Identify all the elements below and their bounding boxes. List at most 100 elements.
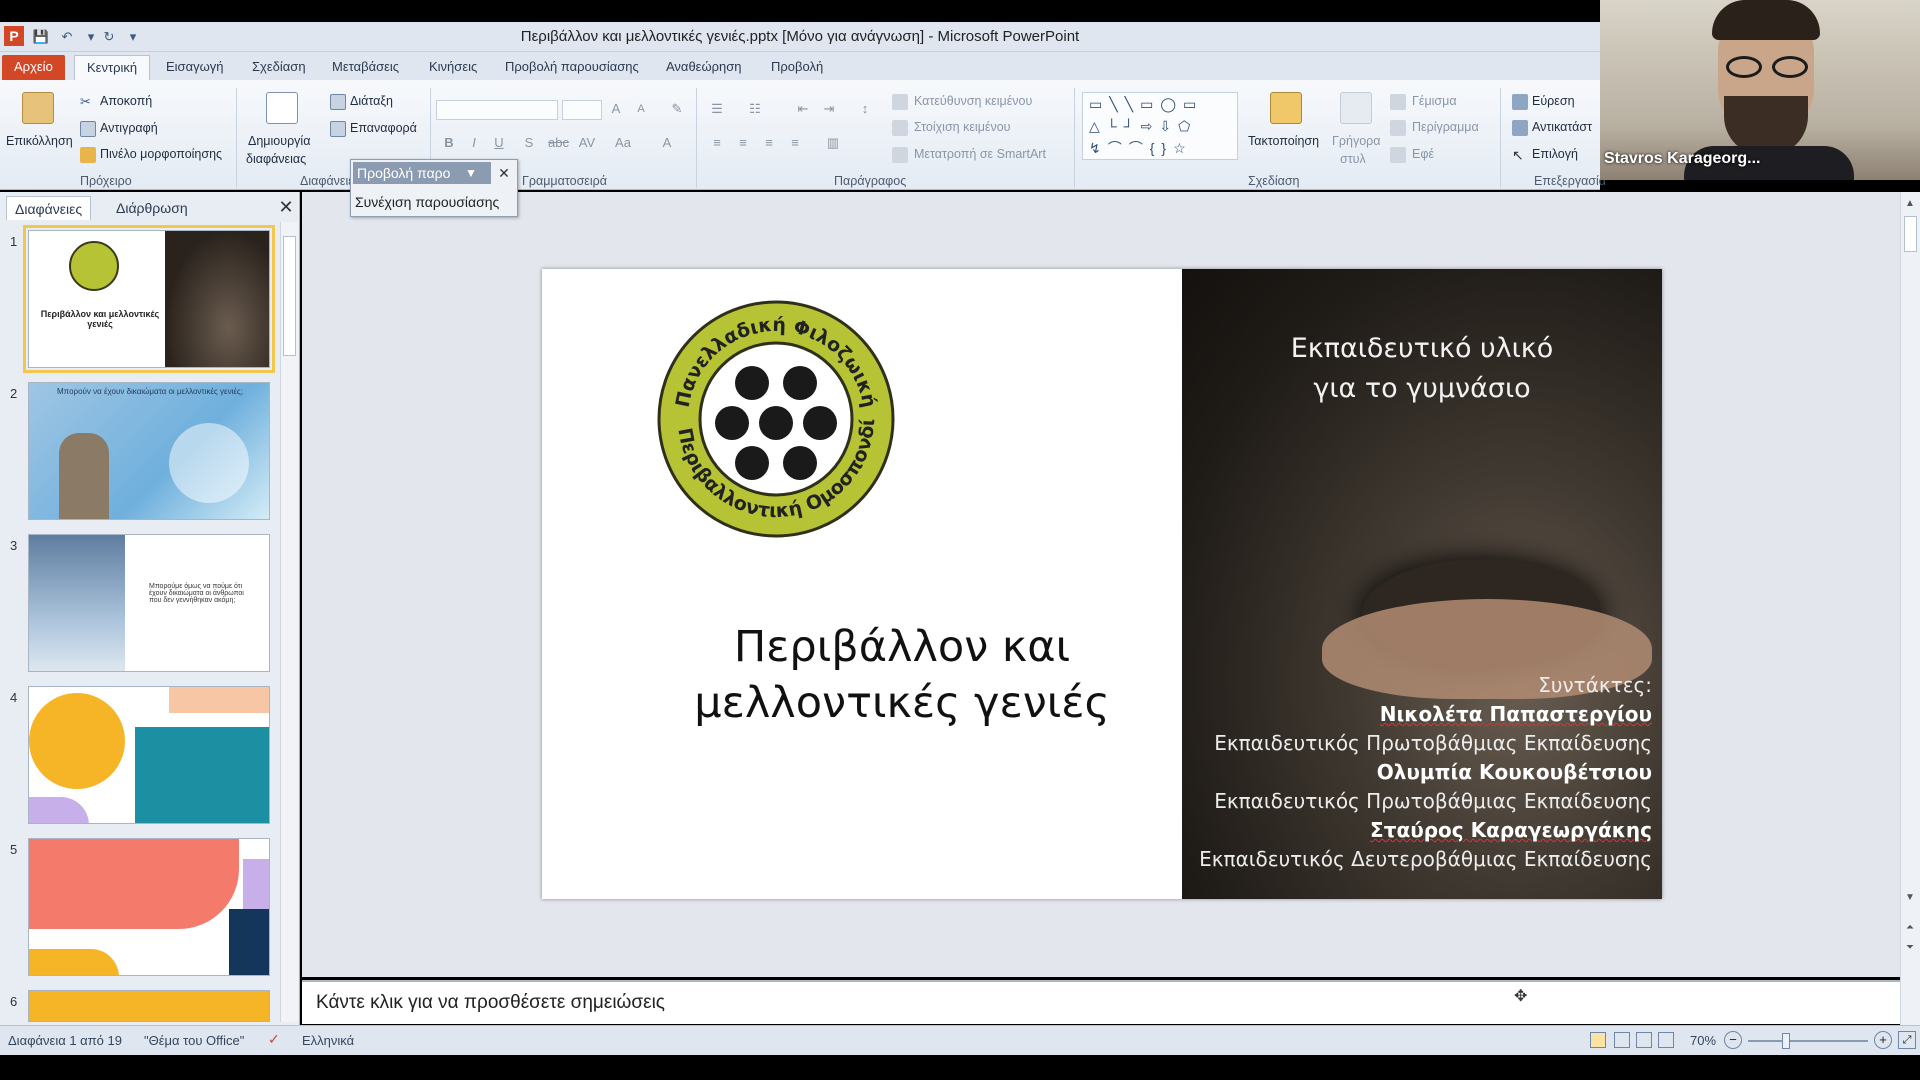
next-slide-icon[interactable]: ⏷ (1903, 942, 1917, 958)
scroll-down-icon[interactable]: ▼ (1903, 892, 1917, 904)
tab-home[interactable]: Κεντρική (74, 55, 151, 80)
scrollbar-thumb[interactable] (283, 236, 296, 356)
slide-thumbnail-1[interactable]: Περιβάλλον και μελλοντικές γενιές (23, 225, 275, 373)
change-case-icon[interactable]: Aa (614, 134, 632, 152)
font-size-combo[interactable] (562, 100, 602, 120)
bullets-icon[interactable]: ☰ (708, 100, 726, 118)
tab-review[interactable]: Αναθεώρηση (654, 55, 754, 80)
grow-font-icon[interactable]: A (607, 100, 625, 118)
shapes-gallery[interactable]: ▭╲╲▭◯▭ △└┘⇨⇩⬠ ↯⌒⌒{}☆ (1082, 92, 1238, 160)
undo-icon[interactable]: ↶ (58, 28, 76, 46)
close-icon[interactable]: ✕ (276, 196, 296, 218)
find-button[interactable]: Εύρεση (1532, 94, 1575, 108)
thumbnail-scrollbar[interactable] (280, 222, 298, 1022)
shape-effects-button[interactable]: Εφέ (1412, 147, 1434, 161)
tab-view[interactable]: Προβολή (759, 55, 835, 80)
layout-button[interactable]: Διάταξη (350, 94, 393, 108)
zoom-slider-thumb[interactable] (1782, 1033, 1790, 1049)
tab-insert[interactable]: Εισαγωγή (154, 55, 235, 80)
select-button[interactable]: Επιλογή (1532, 147, 1578, 161)
tab-slides[interactable]: Διαφάνειες (6, 196, 92, 220)
current-slide[interactable]: Πανελλαδική Φιλοζωική & Περιβαλλοντική Ο… (542, 269, 1662, 899)
shape-fill-button[interactable]: Γέμισμα (1412, 94, 1457, 108)
text-direction-button[interactable]: Κατεύθυνση κειμένου (914, 94, 1032, 108)
quick-styles-icon[interactable] (1340, 92, 1372, 124)
italic-icon[interactable]: I (465, 134, 483, 152)
columns-icon[interactable]: ▥ (824, 134, 842, 152)
slideshow-view-icon[interactable] (1658, 1032, 1674, 1048)
copy-button[interactable]: Αντιγραφή (100, 121, 158, 135)
save-icon[interactable]: 💾 (32, 28, 50, 46)
paste-button-label[interactable]: Επικόλληση (6, 134, 73, 148)
tab-slide-show[interactable]: Προβολή παρουσίασης (493, 55, 651, 80)
slide-thumbnail-4[interactable] (28, 686, 270, 824)
align-text-button[interactable]: Στοίχιση κειμένου (914, 120, 1011, 134)
slide-thumbnail-3[interactable]: Μπορούμε όμως να πούμε ότι έχουν δικαιώμ… (28, 534, 270, 672)
strikethrough-icon[interactable]: abc (548, 134, 569, 152)
scrollbar-thumb[interactable] (1904, 216, 1917, 252)
replace-button[interactable]: Αντικατάστ (1532, 120, 1592, 134)
font-color-icon[interactable]: A (658, 134, 676, 152)
spellcheck-icon[interactable]: ✓ (268, 1031, 286, 1049)
tab-design[interactable]: Σχεδίαση (240, 55, 318, 80)
decrease-indent-icon[interactable]: ⇤ (794, 100, 812, 118)
new-slide-label-1[interactable]: Δημιουργία (248, 134, 310, 148)
format-painter-button[interactable]: Πινέλο μορφοποίησης (100, 147, 222, 161)
redo-icon[interactable]: ↻ (100, 28, 118, 46)
theme-name[interactable]: "Θέμα του Office" (144, 1033, 244, 1048)
notes-pane[interactable]: Κάντε κλικ για να προσθέσετε σημειώσεις … (302, 980, 1900, 1024)
cut-button[interactable]: Αποκοπή (100, 94, 152, 108)
tab-animations[interactable]: Κινήσεις (417, 55, 489, 80)
zoom-in-icon[interactable]: + (1874, 1031, 1892, 1049)
line-spacing-icon[interactable]: ↕ (856, 100, 874, 118)
tab-file[interactable]: Αρχείο (2, 55, 65, 80)
quick-styles-label-2[interactable]: στυλ (1340, 152, 1366, 166)
slide-scrollbar[interactable]: ▲ ▼ ⏶ ⏷ (1900, 192, 1920, 1025)
powerpoint-app-icon[interactable]: P (4, 26, 24, 46)
shape-outline-button[interactable]: Περίγραμμα (1412, 120, 1479, 134)
shadow-icon[interactable]: S (520, 134, 538, 152)
convert-to-smartart-button[interactable]: Μετατροπή σε SmartArt (914, 147, 1046, 161)
slide-subtitle[interactable]: Εκπαιδευτικό υλικό για το γυμνάσιο (1202, 329, 1642, 409)
normal-view-icon[interactable] (1590, 1032, 1606, 1048)
tab-outline[interactable]: Διάρθρωση (108, 196, 196, 220)
character-spacing-icon[interactable]: AV (578, 134, 596, 152)
numbering-icon[interactable]: ☷ (746, 100, 764, 118)
quick-styles-label-1[interactable]: Γρήγορα (1332, 134, 1381, 148)
slide-title[interactable]: Περιβάλλον και μελλοντικές γενιές (542, 619, 1262, 731)
clear-formatting-icon[interactable]: ✎ (668, 100, 686, 118)
chevron-down-icon[interactable]: ▼ (465, 164, 483, 182)
slide-thumbnail-5[interactable] (28, 838, 270, 976)
font-name-combo[interactable] (436, 100, 558, 120)
align-left-icon[interactable]: ≡ (708, 134, 726, 152)
reading-view-icon[interactable] (1636, 1032, 1652, 1048)
slide-thumbnail-2[interactable]: Μπορούν να έχουν δικαιώματα οι μελλοντικ… (28, 382, 270, 520)
zoom-level[interactable]: 70% (1690, 1033, 1716, 1048)
tab-transitions[interactable]: Μεταβάσεις (320, 55, 411, 80)
customize-qat-icon[interactable]: ▾ (124, 28, 142, 46)
align-center-icon[interactable]: ≡ (734, 134, 752, 152)
scroll-up-icon[interactable]: ▲ (1903, 198, 1917, 210)
zoom-out-icon[interactable]: − (1724, 1031, 1742, 1049)
reset-button[interactable]: Επαναφορά (350, 121, 417, 135)
justify-icon[interactable]: ≡ (786, 134, 804, 152)
new-slide-icon[interactable] (266, 92, 298, 124)
slide-thumbnail-6[interactable] (28, 990, 270, 1022)
language-indicator[interactable]: Ελληνικά (302, 1033, 354, 1048)
shrink-font-icon[interactable]: A (632, 100, 650, 118)
align-right-icon[interactable]: ≡ (760, 134, 778, 152)
bold-icon[interactable]: B (440, 134, 458, 152)
increase-indent-icon[interactable]: ⇥ (820, 100, 838, 118)
arrange-icon[interactable] (1270, 92, 1302, 124)
slide-sorter-icon[interactable] (1614, 1032, 1630, 1048)
fit-to-window-icon[interactable]: ⤢ (1898, 1031, 1916, 1049)
notes-placeholder[interactable]: Κάντε κλικ για να προσθέσετε σημειώσεις (316, 992, 665, 1014)
zoom-slider[interactable] (1748, 1033, 1868, 1049)
close-icon[interactable]: ✕ (495, 162, 513, 184)
paste-icon[interactable] (22, 92, 54, 124)
new-slide-label-2[interactable]: διαφάνειας (246, 152, 306, 166)
arrange-button[interactable]: Τακτοποίηση (1248, 134, 1319, 148)
resume-slideshow-item[interactable]: Συνέχιση παρουσίασης (355, 191, 515, 213)
chevron-down-icon[interactable]: ▾ (82, 28, 100, 46)
underline-icon[interactable]: U (490, 134, 508, 152)
